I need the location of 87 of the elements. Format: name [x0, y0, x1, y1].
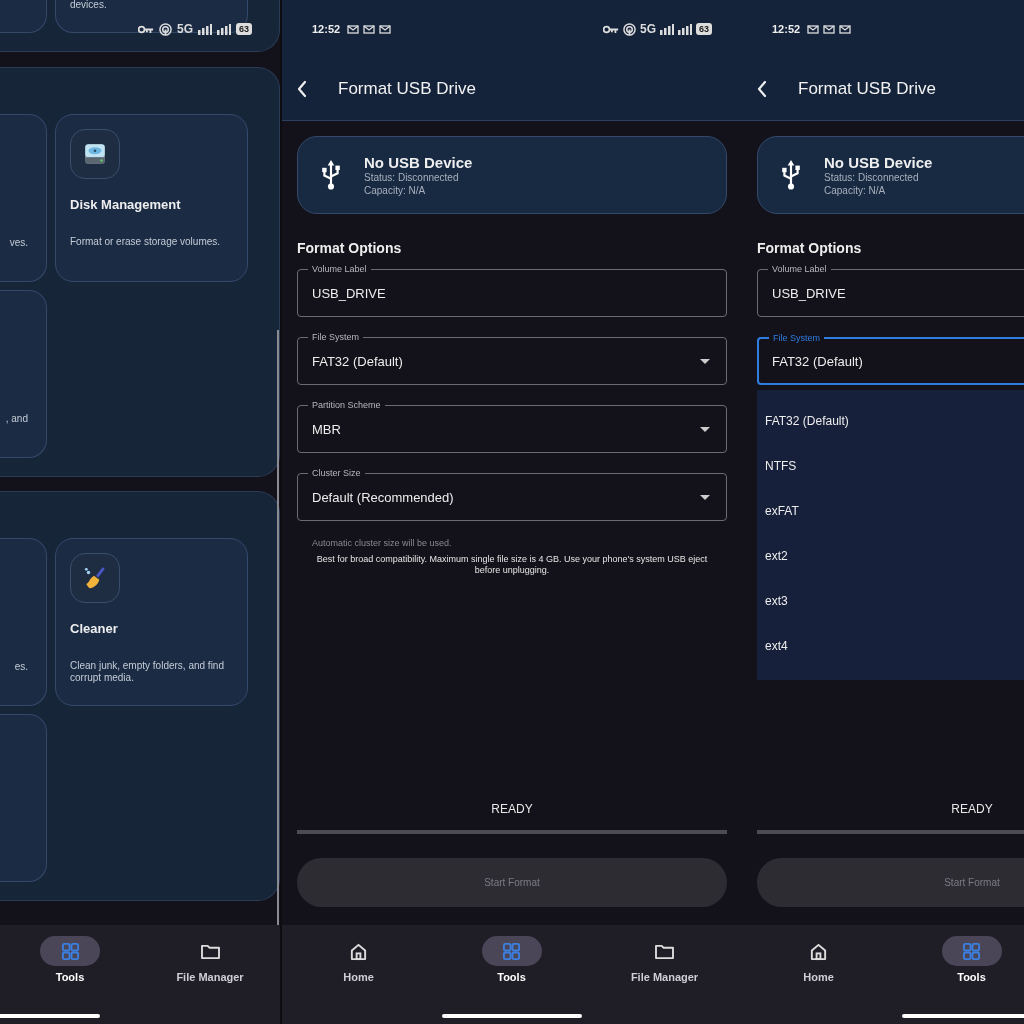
grid-icon: [502, 941, 521, 961]
home-icon: [809, 941, 828, 961]
section-title: Format Options: [297, 240, 403, 256]
usb-icon: [780, 158, 802, 192]
usb-icon: [320, 158, 342, 192]
vpn-key-icon: [602, 24, 619, 34]
field-label: Volume Label: [768, 263, 831, 275]
device-status: Status: Disconnected: [824, 170, 920, 184]
menu-option[interactable]: FAT32 (Default): [757, 398, 1024, 443]
device-status: Status: Disconnected: [364, 170, 460, 184]
signal-icon: [660, 23, 674, 35]
field-value: FAT32 (Default): [312, 353, 403, 369]
folder-icon: [654, 942, 675, 960]
card-description: devices.: [70, 0, 108, 11]
tool-card[interactable]: ves.: [0, 114, 47, 282]
nav-tab[interactable]: Tools: [0, 925, 140, 1024]
back-icon[interactable]: [297, 80, 307, 98]
battery-indicator: 63: [696, 23, 712, 35]
device-capacity: Capacity: N/A: [364, 183, 427, 197]
device-title: No USB Device: [824, 153, 933, 171]
hard-drive-icon: [70, 129, 120, 179]
card-description: ves.: [9, 237, 28, 250]
field-label: File System: [769, 332, 824, 344]
hotspot-icon: [622, 22, 636, 36]
mail-icon: [347, 24, 360, 34]
device-capacity: Capacity: N/A: [824, 183, 887, 197]
mail-icon: [839, 24, 852, 34]
menu-option[interactable]: ext2: [757, 533, 1024, 578]
card-title: Cleaner: [70, 621, 119, 636]
card-description: , and: [5, 413, 28, 426]
battery-indicator: 63: [236, 23, 252, 35]
grid-icon: [962, 941, 981, 961]
dropdown-arrow-icon: [700, 426, 710, 432]
nav-tab[interactable]: Home: [742, 925, 895, 1024]
nav-tab[interactable]: Tools: [435, 925, 588, 1024]
menu-option[interactable]: NTFS: [757, 443, 1024, 488]
menu-option[interactable]: exFAT: [757, 488, 1024, 533]
field-value: Default (Recommended): [312, 489, 454, 505]
field-value: FAT32 (Default): [772, 353, 863, 369]
mail-icon: [379, 24, 392, 34]
tool-card[interactable]: Cleaner Clean junk, empty folders, and find corrupt media.: [55, 538, 248, 706]
helper-text: Automatic cluster size will be used.: [311, 538, 453, 549]
card-description: Format or erase storage volumes.: [70, 236, 222, 248]
hotspot-icon: [158, 22, 172, 36]
format-status: READY: [950, 802, 994, 816]
tool-card[interactable]: es.: [0, 538, 47, 706]
field-label: Volume Label: [308, 263, 371, 275]
format-status: READY: [490, 802, 534, 816]
field-label: Cluster Size: [308, 467, 365, 479]
folder-icon: [199, 942, 221, 960]
status-time: 12:52: [312, 23, 341, 35]
home-icon: [349, 941, 368, 961]
status-time: 12:52: [772, 23, 801, 35]
mail-icon: [823, 24, 836, 34]
tool-card[interactable]: Disk Management Format or erase storage volumes.: [55, 114, 248, 282]
tool-card[interactable]: , and: [0, 290, 47, 458]
nav-tab[interactable]: Home: [282, 925, 435, 1024]
network-type: 5G: [639, 22, 656, 36]
dropdown-arrow-icon: [700, 358, 710, 364]
field-value: MBR: [312, 421, 341, 437]
menu-option[interactable]: ext3: [757, 578, 1024, 623]
screen-title: Format USB Drive: [798, 79, 936, 99]
screen-title: Format USB Drive: [338, 79, 476, 99]
grid-icon: [60, 941, 80, 961]
field-value: USB_DRIVE: [772, 285, 846, 301]
card-title: Disk Management: [70, 197, 182, 212]
broom-icon: [70, 553, 120, 603]
section-title: Format Options: [757, 240, 863, 256]
helper-text: Best for broad compatibility. Maximum single file size is 4 GB. Use your phone's system USB eject before unplugging.: [315, 554, 709, 576]
field-label: File System: [308, 331, 363, 343]
card-description: es.: [14, 661, 28, 674]
nav-tab[interactable]: File Manager: [140, 925, 280, 1024]
network-type: 5G: [176, 22, 193, 36]
card-description: Clean junk, empty folders, and find corrupt media.: [70, 660, 225, 684]
signal-icon: [217, 23, 231, 35]
signal-icon: [198, 23, 212, 35]
dropdown-arrow-icon: [700, 494, 710, 500]
nav-tab[interactable]: Tools: [895, 925, 1024, 1024]
field-label: Partition Scheme: [308, 399, 385, 411]
field-value: USB_DRIVE: [312, 285, 386, 301]
mail-icon: [363, 24, 376, 34]
menu-option[interactable]: ext4: [757, 623, 1024, 668]
device-title: No USB Device: [364, 153, 473, 171]
nav-tab[interactable]: File Manager: [588, 925, 741, 1024]
back-icon[interactable]: [757, 80, 767, 98]
mail-icon: [807, 24, 820, 34]
signal-icon: [678, 23, 692, 35]
